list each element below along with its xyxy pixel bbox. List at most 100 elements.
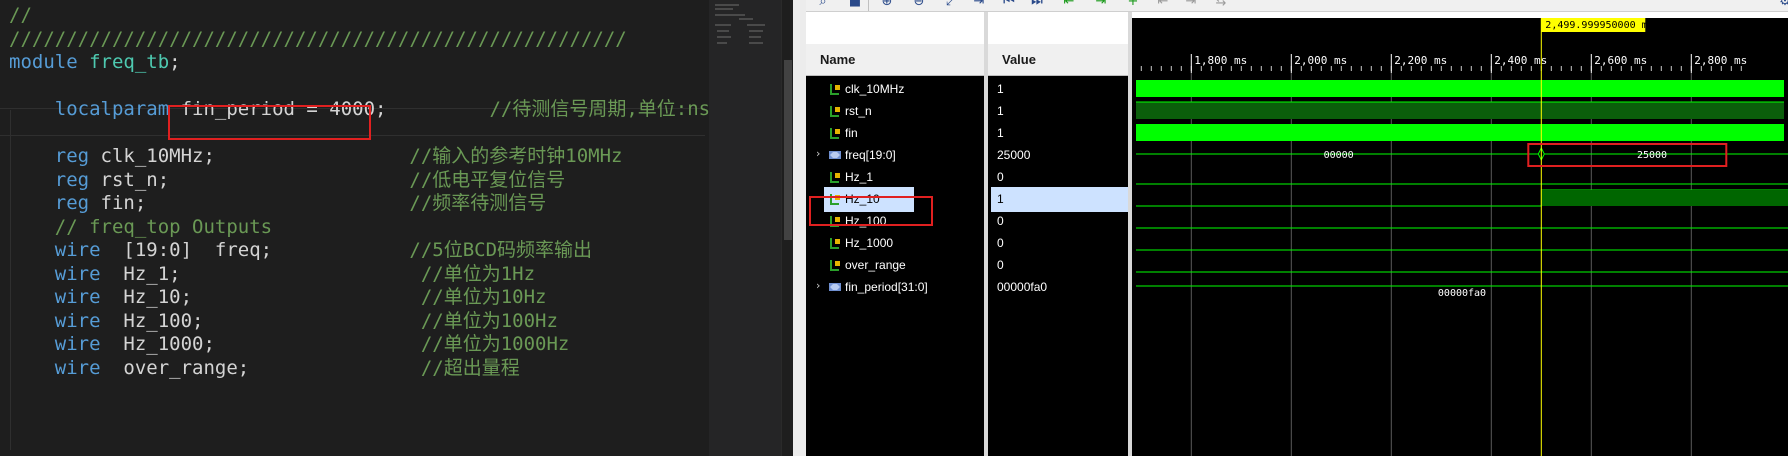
value-column-header[interactable]: Value	[988, 44, 1132, 76]
code-editor[interactable]: ////////////////////////////////////////…	[0, 0, 709, 456]
waveform-toolbar: ⌕ ■ ⊕ ⊖ ⤢ ⇥ ⏮ ⏭ ⇤ ⇥ + ⇤ ⇥ ⇆ ⚙	[806, 0, 1788, 12]
ruler-label: 2,800 ms	[1694, 54, 1747, 67]
code-token: module	[9, 51, 78, 73]
code-token: clk_10MHz;	[89, 145, 215, 167]
code-line[interactable]: wire over_range; //超出量程	[9, 355, 520, 382]
toolbar-separator	[868, 0, 869, 11]
minimap-line	[715, 8, 733, 10]
ruler-label: 2,200 ms	[1394, 54, 1447, 67]
minimap-line	[717, 30, 729, 32]
bit-signal-icon	[830, 260, 840, 271]
go-to-start-icon[interactable]: ⏮	[1002, 0, 1016, 9]
minimap-line	[717, 42, 727, 44]
next-marker-icon[interactable]: ⇥	[1184, 0, 1198, 9]
code-token: //低电平复位信号	[169, 168, 566, 191]
bus-value-freq-before: 00000	[1324, 150, 1354, 161]
code-token: reg	[54, 192, 90, 214]
editor-scrollbar[interactable]	[781, 0, 793, 456]
code-token: //单位为100Hz	[203, 309, 558, 332]
code-token: //超出量程	[249, 356, 520, 379]
bit-signal-icon	[830, 84, 840, 95]
waveform-canvas[interactable]: 1,800 ms 2,000 ms 2,200 ms 2,400 ms 2,600 ms…	[1132, 18, 1788, 456]
code-token: //单位为1Hz	[180, 262, 536, 285]
previous-transition-icon[interactable]: ⇤	[1062, 0, 1076, 9]
ruler-label: 2,400 ms	[1494, 54, 1547, 67]
minimap-line	[739, 18, 753, 20]
code-token: wire	[54, 239, 101, 261]
go-to-end-icon[interactable]: ⏭	[1030, 0, 1044, 9]
bus-signal-icon	[829, 151, 841, 159]
panel-top-gap	[806, 12, 1132, 44]
bus-value-freq-after: 25000	[1637, 150, 1667, 161]
minimap-line	[715, 14, 745, 16]
swap-cursors-icon[interactable]: ⇆	[1214, 0, 1228, 9]
code-token: //5位BCD码频率输出	[272, 239, 593, 261]
bit-signal-icon	[830, 238, 840, 249]
signal-value: 00000fa0	[997, 280, 1048, 294]
go-to-cursor-icon[interactable]: ⇥	[972, 0, 986, 9]
wave-hz-10-fill	[1541, 190, 1788, 206]
expand-chevron-icon[interactable]: ›	[816, 147, 820, 160]
code-token: fin;	[89, 192, 147, 214]
code-token: Hz_100;	[100, 309, 204, 332]
pane-divider[interactable]	[793, 0, 806, 456]
signal-value-panel: Value 1 1 1 25000 0 1 0 0 0 00000fa0	[988, 44, 1132, 456]
bit-signal-icon	[830, 172, 840, 183]
signal-value-row[interactable]: 00000fa0	[988, 275, 1132, 300]
code-token: [19:0] freq;	[100, 239, 273, 261]
zoom-out-icon[interactable]: ⊖	[912, 0, 926, 9]
code-token: wire	[54, 333, 101, 355]
code-token: Hz_1;	[100, 262, 181, 285]
editor-minimap[interactable]	[709, 0, 781, 456]
code-token: localparam	[54, 98, 170, 120]
code-token: reg	[54, 145, 90, 167]
code-token: // freq_top Outputs	[9, 215, 273, 238]
signal-name: fin_period[31:0]	[845, 280, 928, 294]
signal-name-panel: Name clk_10MHz rst_n fin › freq[19:0] Hz_1 Hz_…	[806, 44, 984, 456]
search-icon[interactable]: ⌕	[816, 0, 830, 9]
bus-value-fin-period: 00000fa0	[1438, 288, 1486, 299]
code-token: //输入的参考时钟10MHz	[214, 145, 623, 167]
code-line[interactable]: module freq_tb;	[9, 49, 181, 76]
code-token: //待测信号周期,单位:ns	[386, 98, 709, 120]
wave-fin	[1136, 124, 1784, 141]
bus-signal-icon	[829, 283, 841, 291]
code-token: freq_tb	[89, 51, 170, 73]
zoom-in-icon[interactable]: ⊕	[880, 0, 894, 9]
add-marker-icon[interactable]: +	[1126, 0, 1140, 9]
next-transition-icon[interactable]: ⇥	[1094, 0, 1108, 9]
waveform-display[interactable]: 1,800 ms 2,000 ms 2,200 ms 2,400 ms 2,600 ms…	[1132, 18, 1788, 456]
code-token: over_range;	[100, 356, 250, 379]
editor-scrollbar-thumb[interactable]	[784, 60, 792, 240]
ruler-label: 2,000 ms	[1294, 54, 1347, 67]
previous-marker-icon[interactable]: ⇤	[1156, 0, 1170, 9]
settings-icon[interactable]: ⚙	[1778, 0, 1788, 9]
minimap-line	[749, 36, 761, 38]
code-token: //频率待测信号	[146, 192, 547, 214]
expand-chevron-icon[interactable]: ›	[816, 279, 820, 292]
code-token: //单位为1000Hz	[214, 333, 570, 355]
code-token: ;	[169, 51, 181, 73]
name-column-header[interactable]: Name	[806, 44, 984, 76]
minimap-line	[715, 4, 739, 6]
save-icon[interactable]: ■	[848, 0, 862, 9]
code-token: Hz_1000;	[100, 333, 215, 355]
code-token: wire	[54, 356, 101, 379]
zoom-fit-icon[interactable]: ⤢	[944, 0, 958, 9]
code-token: reg	[54, 168, 90, 191]
cursor-time-label: 2,499.999950000 ms	[1545, 20, 1653, 31]
code-token: wire	[54, 262, 101, 285]
signal-row-fin_period[interactable]: › fin_period[31:0]	[806, 275, 984, 300]
code-token: Hz_10;	[100, 286, 193, 308]
code-token: ////////////////////////////////////////…	[9, 27, 627, 50]
minimap-line	[747, 24, 765, 26]
